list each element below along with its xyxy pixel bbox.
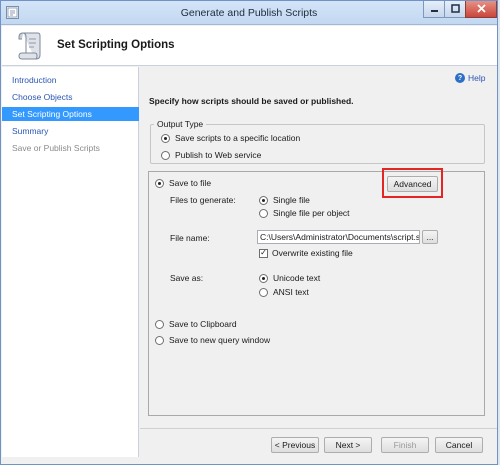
wizard-header: Set Scripting Options	[2, 26, 497, 66]
minimize-button[interactable]	[423, 1, 445, 18]
ansi-text-radio[interactable]: ANSI text	[259, 287, 309, 297]
single-file-radio[interactable]: Single file	[259, 195, 310, 205]
sidebar-item-summary[interactable]: Summary	[2, 124, 139, 138]
file-name-label: File name:	[170, 233, 210, 243]
files-to-generate-label: Files to generate:	[170, 195, 236, 205]
save-as-label: Save as:	[170, 273, 204, 283]
close-icon	[476, 3, 486, 15]
single-file-per-object-radio[interactable]: Single file per object	[259, 208, 350, 218]
highlight-annotation	[382, 168, 443, 198]
sidebar-item-save-or-publish: Save or Publish Scripts	[12, 143, 100, 153]
previous-button[interactable]: < Previous	[271, 437, 319, 453]
sidebar-item-set-scripting-options[interactable]: Set Scripting Options	[2, 107, 139, 121]
radio-label: Single file	[273, 195, 310, 205]
help-label: Help	[468, 73, 486, 83]
radio-label: Unicode text	[273, 273, 321, 283]
radio-label: ANSI text	[273, 287, 309, 297]
dialog-window: Generate and Publish Scripts Set Scripti…	[0, 0, 498, 465]
radio-checked-icon	[259, 195, 268, 205]
radio-label: Save to file	[169, 178, 212, 188]
radio-unchecked-icon	[259, 208, 268, 218]
instructions-text: Specify how scripts should be saved or p…	[149, 96, 354, 106]
radio-label: Save to Clipboard	[169, 319, 237, 329]
radio-checked-icon	[161, 133, 170, 143]
radio-unchecked-icon	[161, 150, 170, 160]
save-to-location-radio[interactable]: Save scripts to a specific location	[161, 133, 300, 143]
radio-label: Single file per object	[273, 208, 350, 218]
help-link[interactable]: ? Help	[455, 73, 485, 83]
radio-label: Save to new query window	[169, 335, 271, 345]
sidebar-item-introduction[interactable]: Introduction	[2, 73, 139, 87]
radio-unchecked-icon	[155, 319, 164, 329]
maximize-button[interactable]	[444, 1, 466, 18]
publish-web-service-radio[interactable]: Publish to Web service	[161, 150, 261, 160]
footer-divider	[140, 428, 497, 429]
output-type-legend: Output Type	[154, 119, 207, 129]
radio-label: Save scripts to a specific location	[175, 133, 301, 143]
save-to-clipboard-radio[interactable]: Save to Clipboard	[155, 319, 237, 329]
next-button[interactable]: Next >	[324, 437, 372, 453]
checkbox-label: Overwrite existing file	[272, 248, 353, 258]
file-name-field[interactable]: C:\Users\Administrator\Documents\script.…	[257, 230, 420, 244]
close-button[interactable]	[465, 1, 497, 18]
radio-checked-icon	[155, 178, 164, 188]
checkmark-icon: ✓	[259, 248, 268, 258]
maximize-icon	[450, 3, 460, 15]
scroll-icon	[14, 30, 44, 64]
sidebar-item-choose-objects[interactable]: Choose Objects	[2, 90, 139, 104]
help-icon: ?	[455, 73, 465, 83]
radio-unchecked-icon	[259, 287, 268, 297]
minimize-icon	[430, 4, 439, 15]
radio-checked-icon	[259, 273, 268, 283]
cancel-button[interactable]: Cancel	[435, 437, 483, 453]
radio-label: Publish to Web service	[175, 150, 262, 160]
save-to-file-radio[interactable]: Save to file	[155, 178, 211, 188]
save-to-query-window-radio[interactable]: Save to new query window	[155, 335, 270, 345]
overwrite-checkbox[interactable]: ✓ Overwrite existing file	[259, 248, 353, 258]
unicode-text-radio[interactable]: Unicode text	[259, 273, 320, 283]
title-bar[interactable]: Generate and Publish Scripts	[1, 1, 497, 25]
wizard-sidebar: Introduction Choose Objects Set Scriptin…	[2, 67, 139, 457]
finish-button: Finish	[381, 437, 429, 453]
browse-button[interactable]: ...	[422, 230, 438, 244]
radio-unchecked-icon	[155, 335, 164, 345]
page-title: Set Scripting Options	[57, 39, 175, 51]
